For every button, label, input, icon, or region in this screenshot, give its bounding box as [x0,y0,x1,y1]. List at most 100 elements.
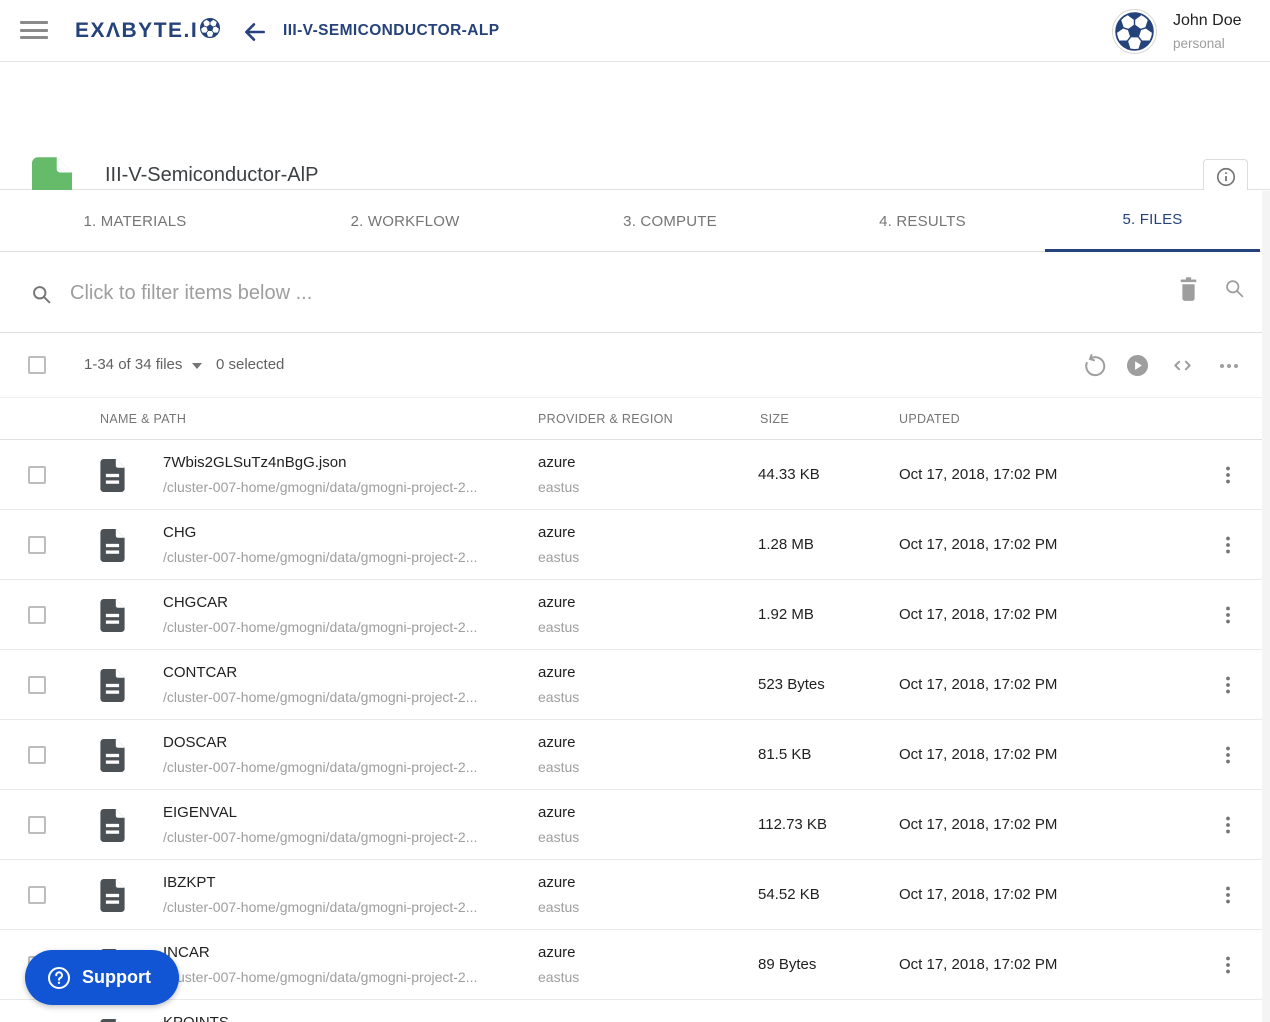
file-provider: azure [538,734,576,751]
support-label: Support [82,967,151,987]
caret-down-icon[interactable] [192,363,202,369]
file-icon [99,669,126,707]
code-icon[interactable] [1171,354,1195,378]
row-checkbox[interactable] [28,816,46,834]
table-row[interactable]: CONTCAR /cluster-007-home/gmogni/data/gm… [0,650,1270,720]
table-row[interactable]: CHG /cluster-007-home/gmogni/data/gmogni… [0,510,1270,580]
select-all-checkbox[interactable] [28,356,46,374]
pagination-range[interactable]: 1-34 of 34 files [84,356,182,373]
row-checkbox[interactable] [28,466,46,484]
tab-4-results[interactable]: 4. RESULTS [800,190,1045,252]
tab-label: 3. COMPUTE [623,212,717,230]
file-updated: Oct 17, 2018, 17:02 PM [899,816,1058,833]
file-name: KPOINTS [163,1014,229,1022]
tab-label: 5. FILES [1122,211,1183,228]
menu-icon[interactable] [20,21,48,41]
trash-icon[interactable] [1178,277,1200,303]
file-provider: azure [538,454,576,471]
row-checkbox[interactable] [28,606,46,624]
row-checkbox[interactable] [28,676,46,694]
column-header-name-path[interactable]: NAME & PATH [100,412,186,426]
tab-label: 2. WORKFLOW [350,212,460,230]
row-checkbox[interactable] [28,536,46,554]
file-updated: Oct 17, 2018, 17:02 PM [899,886,1058,903]
advanced-search-icon[interactable] [1224,278,1246,302]
logo-text: EXΛBYTE.I [75,19,199,42]
kebab-menu-icon[interactable] [1216,603,1240,627]
file-updated: Oct 17, 2018, 17:02 PM [899,606,1058,623]
tab-2-workflow[interactable]: 2. WORKFLOW [270,190,540,252]
file-name: CHGCAR [163,594,229,611]
file-path: /cluster-007-home/gmogni/data/gmogni-pro… [163,829,478,845]
refresh-icon[interactable] [1082,354,1106,378]
app-logo[interactable]: EXΛBYTE.I [75,17,221,45]
table-row[interactable]: EIGENVAL /cluster-007-home/gmogni/data/g… [0,790,1270,860]
file-updated: Oct 17, 2018, 17:02 PM [899,746,1058,763]
kebab-menu-icon[interactable] [1216,533,1240,557]
file-region: eastus [538,899,580,915]
kebab-menu-icon[interactable] [1216,883,1240,907]
file-name: EIGENVAL [163,804,237,821]
file-name: 7Wbis2GLSuTz4nBgG.json [163,454,347,471]
file-provider: azure [538,524,576,541]
file-path: /cluster-007-home/gmogni/data/gmogni-pro… [163,899,478,915]
breadcrumb: III-V-SEMICONDUCTOR-ALP [283,22,500,39]
file-path: /cluster-007-home/gmogni/data/gmogni-pro… [163,549,478,565]
table-row[interactable]: KPOINTS [0,1000,1270,1022]
scrollbar-track[interactable] [1262,191,1270,1022]
file-size: 523 Bytes [758,676,825,693]
table-row[interactable]: 7Wbis2GLSuTz4nBgG.json /cluster-007-home… [0,440,1270,510]
tabs: 1. MATERIALS 2. WORKFLOW 3. COMPUTE 4. R… [0,190,1270,252]
kebab-menu-icon[interactable] [1216,953,1240,977]
file-region: eastus [538,479,580,495]
kebab-menu-icon[interactable] [1216,743,1240,767]
user-account: personal [1173,36,1225,51]
file-region: eastus [538,969,580,985]
file-name: CHG [163,524,197,541]
kebab-menu-icon[interactable] [1216,673,1240,697]
file-size: 44.33 KB [758,466,820,483]
filter-input[interactable] [70,276,1070,310]
table-row[interactable]: CHGCAR /cluster-007-home/gmogni/data/gmo… [0,580,1270,650]
column-header-size[interactable]: SIZE [760,412,789,426]
file-icon [99,599,126,637]
file-region: eastus [538,829,580,845]
avatar-ball-icon[interactable] [1112,9,1157,54]
tab-3-compute[interactable]: 3. COMPUTE [540,190,800,252]
table-body: 7Wbis2GLSuTz4nBgG.json /cluster-007-home… [0,440,1270,1022]
column-header-provider-region[interactable]: PROVIDER & REGION [538,412,673,426]
file-region: eastus [538,689,580,705]
file-icon [99,529,126,567]
tab-label: 1. MATERIALS [83,212,187,230]
file-updated: Oct 17, 2018, 17:02 PM [899,676,1058,693]
back-arrow-icon[interactable] [242,19,268,45]
file-updated: Oct 17, 2018, 17:02 PM [899,466,1058,483]
table-row[interactable]: INCAR /cluster-007-home/gmogni/data/gmog… [0,930,1270,1000]
file-name: IBZKPT [163,874,216,891]
project-header: III-V-Semiconductor-AlP Project 2018-10 … [0,62,1270,216]
list-toolbar: 1-34 of 34 files 0 selected [0,333,1270,397]
file-provider: azure [538,594,576,611]
run-icon[interactable] [1126,354,1150,378]
file-path: /cluster-007-home/gmogni/data/gmogni-pro… [163,619,478,635]
file-size: 81.5 KB [758,746,812,763]
tab-1-materials[interactable]: 1. MATERIALS [0,190,270,252]
file-size: 1.28 MB [758,536,814,553]
column-header-updated[interactable]: UPDATED [899,412,960,426]
support-button[interactable]: Support [25,950,179,1005]
kebab-menu-icon[interactable] [1216,463,1240,487]
file-path: /cluster-007-home/gmogni/data/gmogni-pro… [163,759,478,775]
file-region: eastus [538,759,580,775]
row-checkbox[interactable] [28,746,46,764]
search-icon [31,284,52,310]
file-icon [99,809,126,847]
more-horizontal-icon[interactable] [1217,354,1241,378]
file-size: 89 Bytes [758,956,817,973]
table-row[interactable]: IBZKPT /cluster-007-home/gmogni/data/gmo… [0,860,1270,930]
top-header: EXΛBYTE.I III-V-SEMICONDUCTOR-ALP John D… [0,0,1270,62]
tab-5-files[interactable]: 5. FILES [1045,190,1260,252]
row-checkbox[interactable] [28,886,46,904]
file-path: /cluster-007-home/gmogni/data/gmogni-pro… [163,969,478,985]
table-row[interactable]: DOSCAR /cluster-007-home/gmogni/data/gmo… [0,720,1270,790]
kebab-menu-icon[interactable] [1216,813,1240,837]
